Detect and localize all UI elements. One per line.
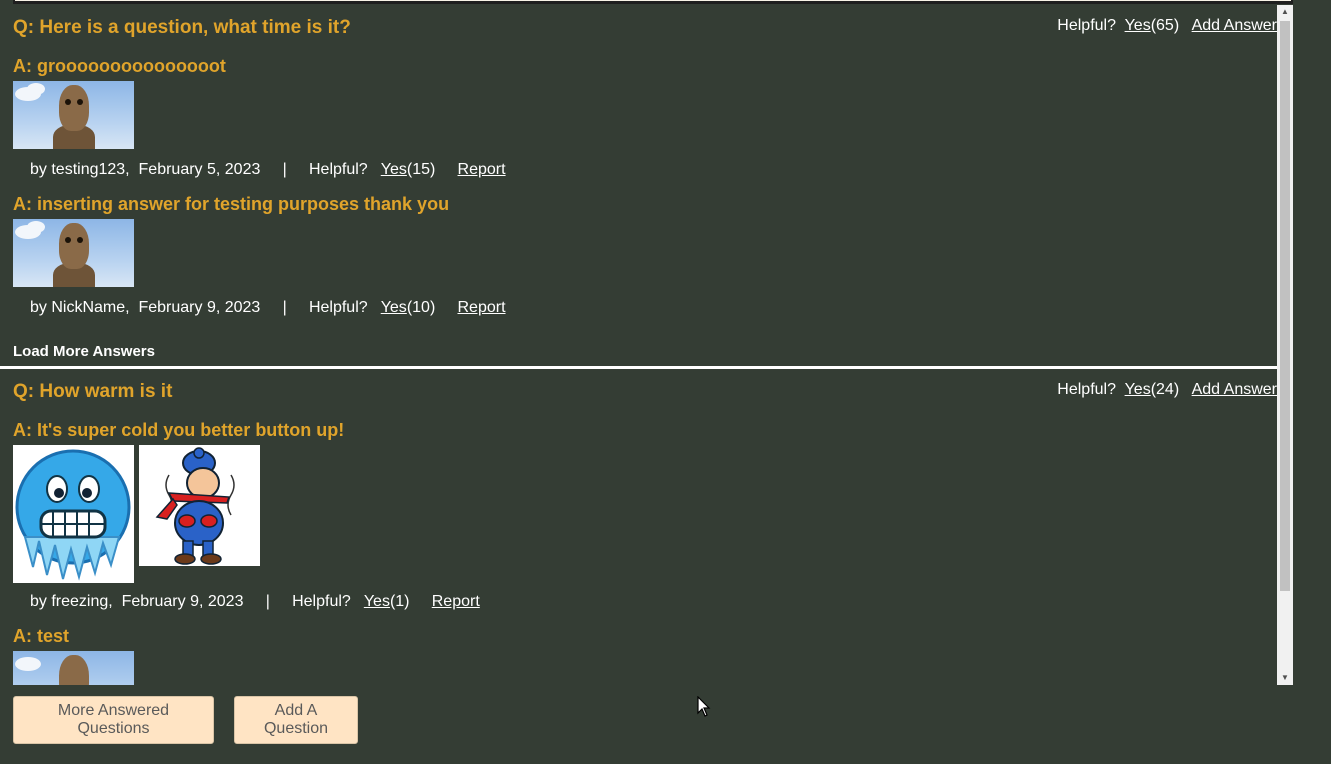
- qa-list[interactable]: Q: Here is a question, what time is it? …: [0, 5, 1277, 685]
- helpful-label: Helpful?: [292, 593, 351, 610]
- helpful-count: (1): [389, 593, 410, 610]
- meta-separator: |: [282, 161, 287, 178]
- answer-item: A: test: [13, 625, 1277, 685]
- question-text: Q: How warm is it: [13, 381, 173, 402]
- answer-date: February 9, 2023: [138, 299, 261, 316]
- add-answer-link[interactable]: Add Answer: [1192, 17, 1277, 34]
- answer-text: A: inserting answer for testing purposes…: [13, 194, 450, 214]
- helpful-label: Helpful?: [1057, 17, 1116, 34]
- answer-author: by freezing,: [30, 593, 113, 610]
- question-actions: Helpful? Yes(24) Add Answer: [1057, 381, 1277, 399]
- answer-date: February 9, 2023: [121, 593, 244, 610]
- answer-photo-cold-man[interactable]: [139, 445, 260, 566]
- helpful-yes-link[interactable]: Yes: [381, 161, 407, 178]
- report-link[interactable]: Report: [458, 161, 506, 178]
- answer-meta: by NickName, February 9, 2023 | Helpful?…: [30, 299, 1277, 317]
- report-link[interactable]: Report: [458, 299, 506, 316]
- load-more-answers-button[interactable]: Load More Answers: [13, 343, 1277, 360]
- helpful-yes-link[interactable]: Yes: [1125, 17, 1151, 34]
- answer-author: by NickName,: [30, 299, 130, 316]
- helpful-yes-link[interactable]: Yes: [1125, 381, 1151, 398]
- scroll-up-icon[interactable]: ▲: [1277, 5, 1293, 19]
- helpful-yes-link[interactable]: Yes: [381, 299, 407, 316]
- helpful-count: (65): [1150, 17, 1180, 34]
- answer-item: A: inserting answer for testing purposes…: [13, 193, 1277, 317]
- question-text: Q: Here is a question, what time is it?: [13, 17, 351, 38]
- answer-date: February 5, 2023: [138, 161, 261, 178]
- add-answer-link[interactable]: Add Answer: [1192, 381, 1277, 398]
- helpful-label: Helpful?: [308, 299, 368, 316]
- scrollbar-thumb[interactable]: [1280, 21, 1290, 591]
- question-actions: Helpful? Yes(65) Add Answer: [1057, 17, 1277, 35]
- answer-photo-freezing-emoji[interactable]: [13, 445, 134, 583]
- answer-meta: by freezing, February 9, 2023 | Helpful?…: [30, 593, 1277, 611]
- helpful-count: (10): [406, 299, 436, 316]
- answer-item: A: grooooooooooooooot by testing123, Feb…: [13, 55, 1277, 179]
- answer-photo[interactable]: [13, 651, 134, 685]
- meta-separator: |: [265, 593, 270, 610]
- answer-text: A: grooooooooooooooot: [13, 56, 226, 76]
- helpful-label: Helpful?: [1057, 381, 1116, 398]
- answer-photo[interactable]: [13, 219, 134, 287]
- answer-item: A: It's super cold you better button up!: [13, 419, 1277, 611]
- helpful-label: Helpful?: [309, 161, 368, 178]
- more-answered-questions-button[interactable]: More Answered Questions: [13, 696, 214, 744]
- answer-text: A: test: [13, 626, 70, 646]
- answer-photo[interactable]: [13, 81, 134, 149]
- add-question-button[interactable]: Add A Question: [234, 696, 358, 744]
- meta-separator: |: [282, 299, 287, 316]
- answer-meta: by testing123, February 5, 2023 | Helpfu…: [30, 161, 1277, 179]
- answer-text: A: It's super cold you better button up!: [13, 420, 345, 440]
- helpful-count: (15): [406, 161, 436, 178]
- helpful-count: (24): [1150, 381, 1180, 398]
- question-row: Q: Here is a question, what time is it? …: [13, 5, 1277, 41]
- mouse-cursor-icon: [697, 696, 711, 717]
- report-link[interactable]: Report: [432, 593, 480, 610]
- top-border: [13, 0, 1293, 4]
- helpful-yes-link[interactable]: Yes: [364, 593, 390, 610]
- question-row: Q: How warm is it Helpful? Yes(24) Add A…: [13, 369, 1277, 402]
- scroll-down-icon[interactable]: ▼: [1277, 671, 1293, 685]
- answer-author: by testing123,: [30, 161, 130, 178]
- vertical-scrollbar[interactable]: ▲ ▼: [1277, 5, 1293, 685]
